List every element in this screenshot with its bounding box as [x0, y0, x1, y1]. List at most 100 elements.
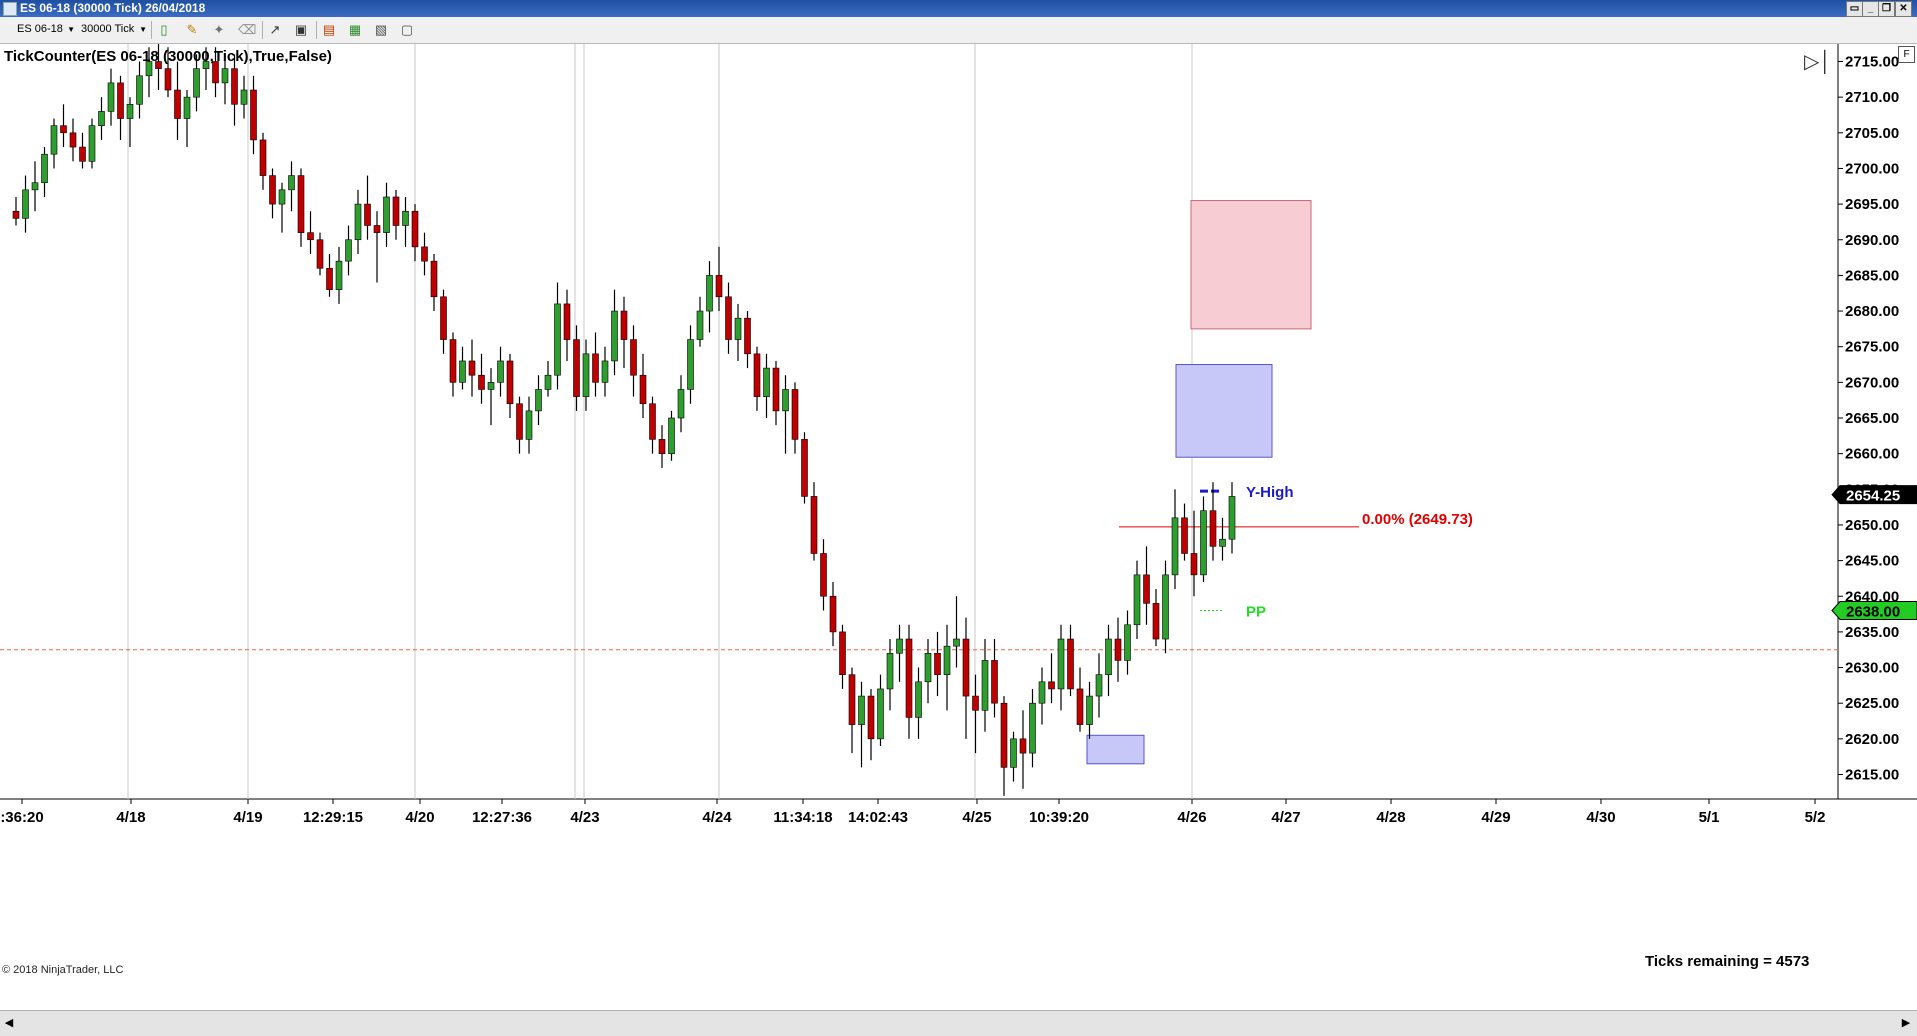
scroll-to-end-icon[interactable]: ▷│: [1804, 50, 1832, 74]
time-tick-label: 4/30: [1586, 809, 1615, 826]
candle-body: [915, 681, 922, 718]
fib-level-label: 0.00% (2649.73): [1362, 511, 1473, 528]
chevron-down-icon: ▼: [139, 25, 147, 34]
candle-body: [1228, 496, 1236, 540]
scroll-right-arrow-icon[interactable]: ▶: [1899, 1015, 1913, 1031]
eraser-icon[interactable]: ⌫: [238, 21, 256, 39]
restore-tile-button[interactable]: ▭: [1846, 1, 1863, 17]
candle-body: [345, 239, 352, 262]
candle-body: [307, 232, 314, 241]
candle-body: [696, 310, 704, 340]
candle-body: [1143, 574, 1150, 604]
candle-body: [687, 339, 694, 390]
price-chart[interactable]: 0.00% (2649.73) Y-High PP 2715.00 2710.00 270…: [0, 44, 1917, 1008]
time-tick-label: 4/27: [1271, 809, 1300, 826]
candle-body: [1181, 517, 1188, 554]
scroll-left-arrow-icon[interactable]: ◀: [2, 1015, 16, 1031]
right-panel-tab[interactable]: F: [1898, 46, 1915, 63]
candle-body: [297, 175, 305, 233]
data-box-icon[interactable]: ▢: [398, 21, 416, 39]
candle-body: [335, 260, 343, 290]
candle-body: [658, 439, 666, 454]
time-tick-label: 4/19: [233, 809, 262, 826]
candle-body: [953, 638, 960, 647]
candle-body: [896, 638, 903, 654]
instrument-selector[interactable]: ES 06-18 ▼: [14, 21, 77, 38]
pin-icon[interactable]: ✦: [210, 21, 228, 39]
candle-body: [886, 652, 894, 690]
pp-label: PP: [1246, 604, 1266, 621]
candle-body: [677, 389, 685, 419]
toolbar-divider: [151, 21, 152, 39]
candle-body: [715, 275, 723, 298]
candle-body: [107, 82, 115, 112]
candle-body: [98, 111, 105, 126]
candle-body: [848, 674, 856, 725]
price-tick-label: 2675.00: [1845, 339, 1899, 356]
candle-body: [839, 631, 846, 675]
candle-body: [1124, 624, 1131, 661]
bars-style-icon[interactable]: ▯: [155, 21, 173, 39]
chevron-down-icon: ▼: [67, 25, 75, 34]
candle-body: [877, 688, 884, 740]
candle-body: [972, 695, 979, 711]
time-tick-label: 4/18: [116, 809, 145, 826]
minimize-button[interactable]: _: [1862, 1, 1879, 17]
candle-body: [88, 125, 96, 162]
maximize-button[interactable]: ❐: [1878, 1, 1895, 17]
interval-selector[interactable]: 30000 Tick ▼: [78, 21, 149, 38]
price-tick-label: 2620.00: [1845, 731, 1899, 748]
time-tick-label: 4/25: [962, 809, 991, 826]
candle-body: [221, 68, 229, 84]
cursor-icon[interactable]: ↗: [266, 21, 284, 39]
candle-body: [763, 367, 770, 397]
candle-body: [905, 638, 913, 718]
scroll-track[interactable]: [18, 1014, 1896, 1032]
candle-body: [430, 260, 438, 298]
candle-body: [117, 82, 124, 119]
time-tick-label: 4/29: [1481, 809, 1510, 826]
candle-body: [278, 189, 286, 205]
candle-body: [582, 353, 590, 397]
drawing-tool-icon[interactable]: ✎: [183, 21, 201, 39]
indicator-label: TickCounter(ES 06-18 (30000,Tick),True,F…: [4, 48, 332, 65]
candle-body: [1029, 702, 1036, 754]
candle-body: [573, 339, 580, 397]
candle-body: [231, 68, 238, 105]
candle-body: [1209, 510, 1217, 547]
candle-body: [1086, 695, 1093, 725]
candle-body: [772, 367, 780, 412]
candle-body: [487, 382, 495, 390]
horizontal-scrollbar[interactable]: ◀ ▶: [0, 1010, 1917, 1036]
candle-body: [1019, 738, 1027, 754]
price-tick-label: 2685.00: [1845, 267, 1899, 284]
strategies-icon[interactable]: ▦: [346, 21, 364, 39]
candle-body: [753, 353, 761, 397]
candle-body: [126, 103, 134, 119]
candle-body: [782, 389, 789, 412]
indicators-icon[interactable]: ▤: [320, 21, 338, 39]
candle-body: [288, 175, 295, 191]
zoom-icon[interactable]: ▣: [292, 21, 310, 39]
close-button[interactable]: ✕: [1895, 1, 1912, 17]
candle-body: [373, 225, 381, 233]
candle-body: [1114, 638, 1122, 661]
price-tick-label: 2625.00: [1845, 695, 1899, 712]
price-tick-label: 2650.00: [1845, 517, 1899, 534]
properties-icon[interactable]: ▧: [372, 21, 390, 39]
candle-body: [649, 403, 656, 440]
candle-body: [991, 660, 998, 704]
candle-body: [820, 553, 827, 597]
time-tick-label: 12:27:36: [472, 809, 532, 826]
candle-body: [164, 68, 172, 91]
time-tick-label: 5/2: [1805, 809, 1826, 826]
chart-toolbar: ES 06-18 ▼ 30000 Tick ▼ ▯ ✎ ✦ ⌫ ↗ ▣ ▤ ▦ ▧ …: [0, 17, 1917, 44]
candle-body: [981, 660, 989, 711]
toolbar-divider: [316, 21, 317, 39]
candle-body: [1095, 674, 1103, 697]
candle-body: [174, 89, 181, 119]
candle-body: [449, 339, 457, 383]
candle-body: [858, 695, 865, 725]
time-tick-label: 11:34:18: [773, 809, 832, 826]
chart-panel[interactable]: 0.00% (2649.73) Y-High PP 2715.00 2710.00 270…: [0, 44, 1917, 1008]
